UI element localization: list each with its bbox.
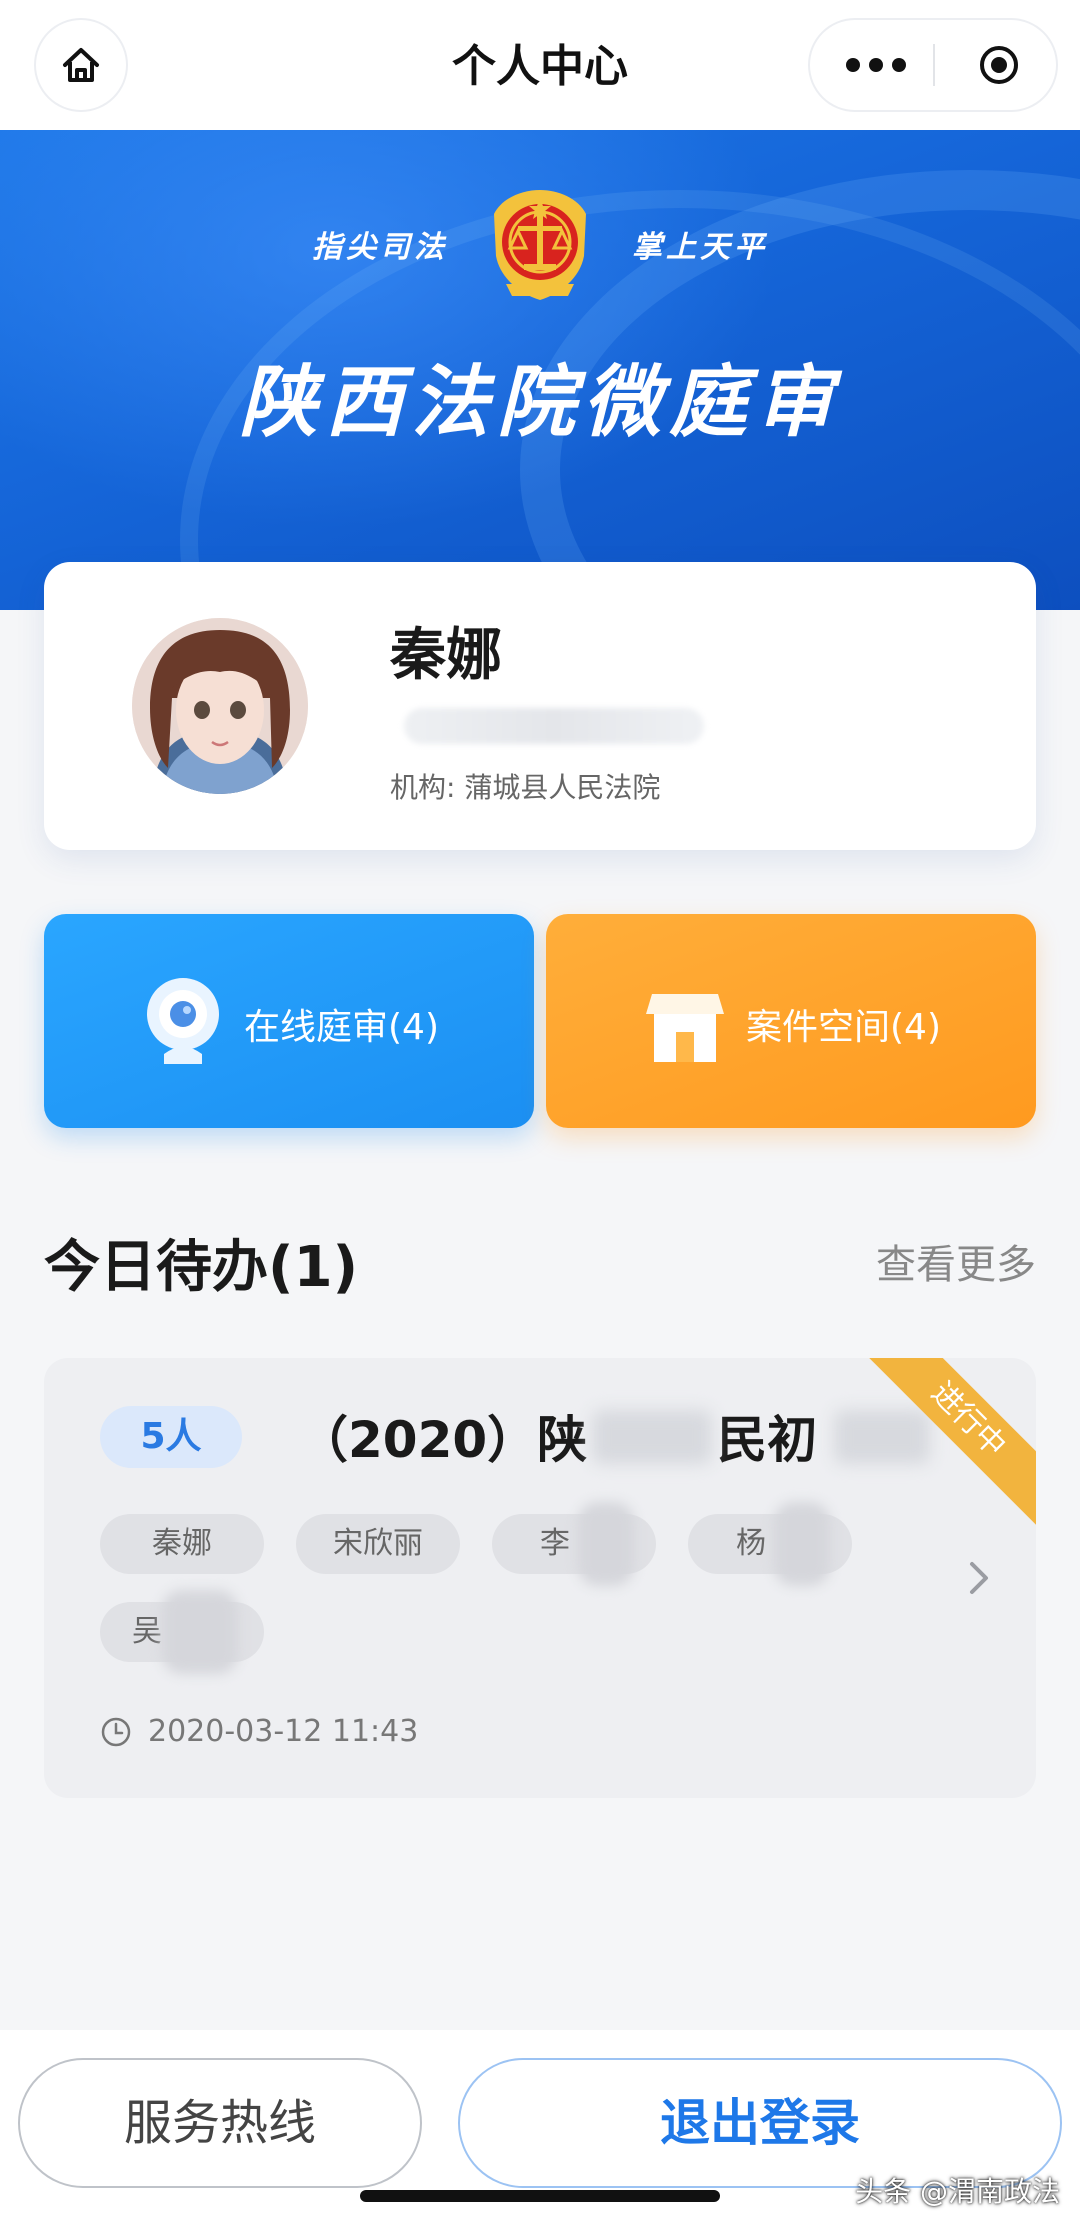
online-trial-button[interactable]: 在线庭审(4) (44, 914, 534, 1128)
case-time-text: 2020-03-12 11:43 (148, 1714, 419, 1749)
webcam-icon (147, 978, 219, 1064)
profile-org: 机构: 蒲城县人民法院 (390, 771, 661, 804)
case-space-button[interactable]: 案件空间(4) (546, 914, 1036, 1128)
house-icon (646, 994, 724, 1062)
banner-title: 陕西法院微庭审 (238, 358, 841, 448)
miniapp-capsule (810, 20, 1056, 110)
view-more-link[interactable]: 查看更多 (876, 1232, 1036, 1290)
participant-chip: 杨 (688, 1502, 852, 1586)
target-icon[interactable] (978, 44, 1020, 86)
profile-card: 秦娜 机构: 蒲城县人民法院 (44, 562, 1036, 850)
todo-title: 今日待办(1) (44, 1235, 359, 1300)
profile-name: 秦娜 (390, 623, 502, 688)
participant-count-badge: 5人 (100, 1406, 242, 1468)
slogan-left: 指尖司法 (312, 230, 448, 265)
more-dots-icon[interactable] (846, 50, 906, 80)
participant-chip: 李 (492, 1502, 656, 1586)
case-space-label: 案件空间(4) (746, 1007, 941, 1048)
case-time: 2020-03-12 11:43 (100, 1714, 418, 1749)
todo-case-card[interactable]: 5人 （2020）陕 民初 进行中 秦娜 宋欣丽 李 杨 吴 2020-03-12… (44, 1358, 1036, 1798)
case-number-middle: 民初 (717, 1411, 818, 1469)
top-nav-bar: 个人中心 (0, 0, 1080, 130)
redacted-case-part (592, 1410, 712, 1464)
avatar (132, 618, 308, 794)
source-watermark: 头条 @渭南政法 (855, 2175, 1060, 2208)
case-number: （2020）陕 民初 (298, 1400, 817, 1472)
logout-button[interactable]: 退出登录 (458, 2058, 1062, 2188)
case-number-prefix: （2020）陕 (298, 1411, 588, 1469)
participant-chip: 宋欣丽 (296, 1514, 460, 1574)
avatar-illustration-icon (132, 618, 308, 794)
participant-chip: 吴 (100, 1590, 264, 1674)
slogan-right: 掌上天平 (632, 230, 768, 265)
service-hotline-button[interactable]: 服务热线 (18, 2058, 422, 2188)
redacted-case-part (834, 1410, 930, 1464)
clock-icon (101, 1717, 131, 1746)
chevron-right-icon (970, 1562, 988, 1594)
court-emblem-icon (494, 190, 586, 300)
capsule-divider (933, 44, 935, 86)
online-trial-label: 在线庭审(4) (244, 1007, 439, 1048)
redacted-id (404, 708, 704, 744)
home-indicator (360, 2190, 720, 2202)
participant-chip: 秦娜 (100, 1514, 264, 1574)
header-banner: 指尖司法 掌上天平 陕西法院微庭审 (0, 130, 1080, 610)
